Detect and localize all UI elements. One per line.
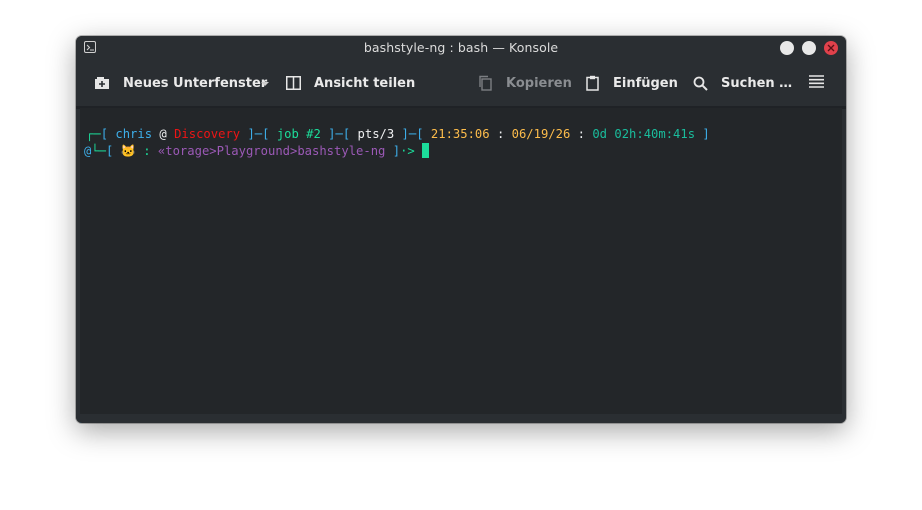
prompt-separator: ]─[ [394,127,431,141]
prompt-time: 21:35:06 [430,127,490,141]
paste-label: Einfügen [613,75,678,91]
prompt-separator: ]─[ [320,127,358,141]
chevron-down-icon [260,76,270,91]
close-button[interactable] [824,41,838,55]
split-view-label: Ansicht teilen [314,75,416,91]
toolbar: Neues Unterfenster Ansicht teilen Kopier… [76,60,846,106]
prompt-line-2: @└─[ 🐱 : «torage>Playground>bashstyle-ng… [84,143,430,160]
find-label: Suchen … [721,75,793,91]
prompt-frame: ┌─ [86,127,101,141]
prompt-bracket: ] [695,127,710,141]
prompt-colon: : [489,127,512,141]
prompt-separator: ]─[ [240,127,277,141]
split-view-icon [285,75,301,91]
prompt-pts: pts/3 [357,127,395,141]
copy-label: Kopieren [506,75,572,91]
new-tab-label: Neues Unterfenster [123,75,268,91]
new-tab-icon [94,75,110,91]
prompt-bracket: [ [106,144,121,158]
prompt-colon: : [135,144,158,158]
konsole-window: bashstyle-ng : bash — Konsole Neues Unte… [76,36,846,423]
cat-icon: 🐱 [120,144,136,158]
minimize-button[interactable] [780,41,794,55]
prompt-host: Discovery [174,127,241,141]
hamburger-menu-icon [809,74,824,92]
prompt-frame: └─ [91,144,107,158]
prompt-date: 06/19/26 [511,127,571,141]
prompt-at: @ [152,127,175,141]
prompt-arrow: ·> [400,144,415,158]
prompt-uptime: 0d 02h:40m:41s [592,127,696,141]
window-bottom-edge [76,414,846,423]
find-button[interactable]: Suchen … [692,60,792,106]
paste-button[interactable]: Einfügen [584,60,678,106]
prompt-colon: : [570,127,593,141]
split-view-button[interactable]: Ansicht teilen [285,60,415,106]
prompt-user: chris [115,127,153,141]
prompt-path: «torage>Playground>bashstyle-ng [157,144,386,158]
prompt-job: job #2 [276,127,321,141]
window-title: bashstyle-ng : bash — Konsole [363,40,559,55]
prompt-line-1: ┌─[ chris @ Discovery ]─[ job #2 ]─[ pts… [86,126,710,143]
search-icon [692,75,708,91]
maximize-button[interactable] [802,41,816,55]
prompt-bracket: [ [100,127,116,141]
hamburger-menu-button[interactable] [809,60,824,106]
terminal-view[interactable]: ┌─[ chris @ Discovery ]─[ job #2 ]─[ pts… [80,108,842,423]
title-bar[interactable]: bashstyle-ng : bash — Konsole [76,36,846,60]
paste-icon [584,75,600,91]
text-cursor [422,143,430,158]
copy-button[interactable]: Kopieren [477,60,572,106]
prompt-bracket: ] [385,144,401,158]
new-tab-button[interactable]: Neues Unterfenster [94,60,267,106]
new-tab-dropdown[interactable] [260,60,270,106]
copy-icon [477,75,493,91]
